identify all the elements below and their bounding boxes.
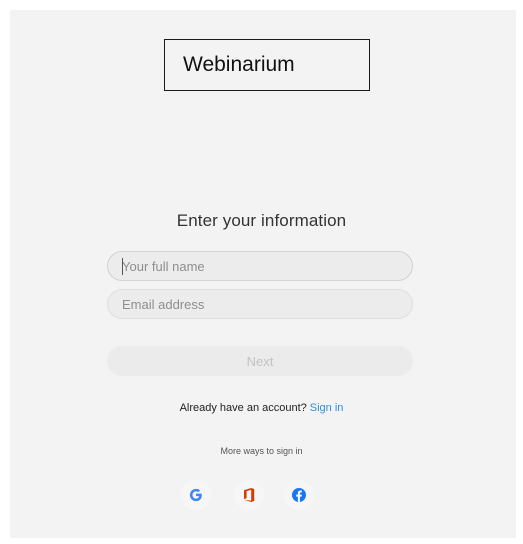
form-heading: Enter your information xyxy=(176,211,347,230)
account-prompt-text: Already have an account? xyxy=(179,402,307,414)
brand-logo-box: Webinarium xyxy=(164,39,370,91)
office-sign-in-button[interactable] xyxy=(234,480,264,510)
account-prompt-line: Already have an account? Sign in xyxy=(0,402,523,414)
facebook-sign-in-button[interactable] xyxy=(284,480,314,510)
google-sign-in-button[interactable] xyxy=(181,480,211,510)
text-cursor xyxy=(122,258,123,275)
email-input[interactable] xyxy=(107,289,413,319)
full-name-input[interactable] xyxy=(107,251,413,281)
office-icon xyxy=(244,488,255,502)
more-ways-label: More ways to sign in xyxy=(220,446,303,456)
sign-in-link[interactable]: Sign in xyxy=(310,402,344,414)
next-button[interactable]: Next xyxy=(107,346,413,376)
facebook-icon xyxy=(292,488,306,502)
sign-in-providers xyxy=(0,480,523,510)
google-icon xyxy=(189,488,202,502)
brand-name: Webinarium xyxy=(183,53,295,76)
